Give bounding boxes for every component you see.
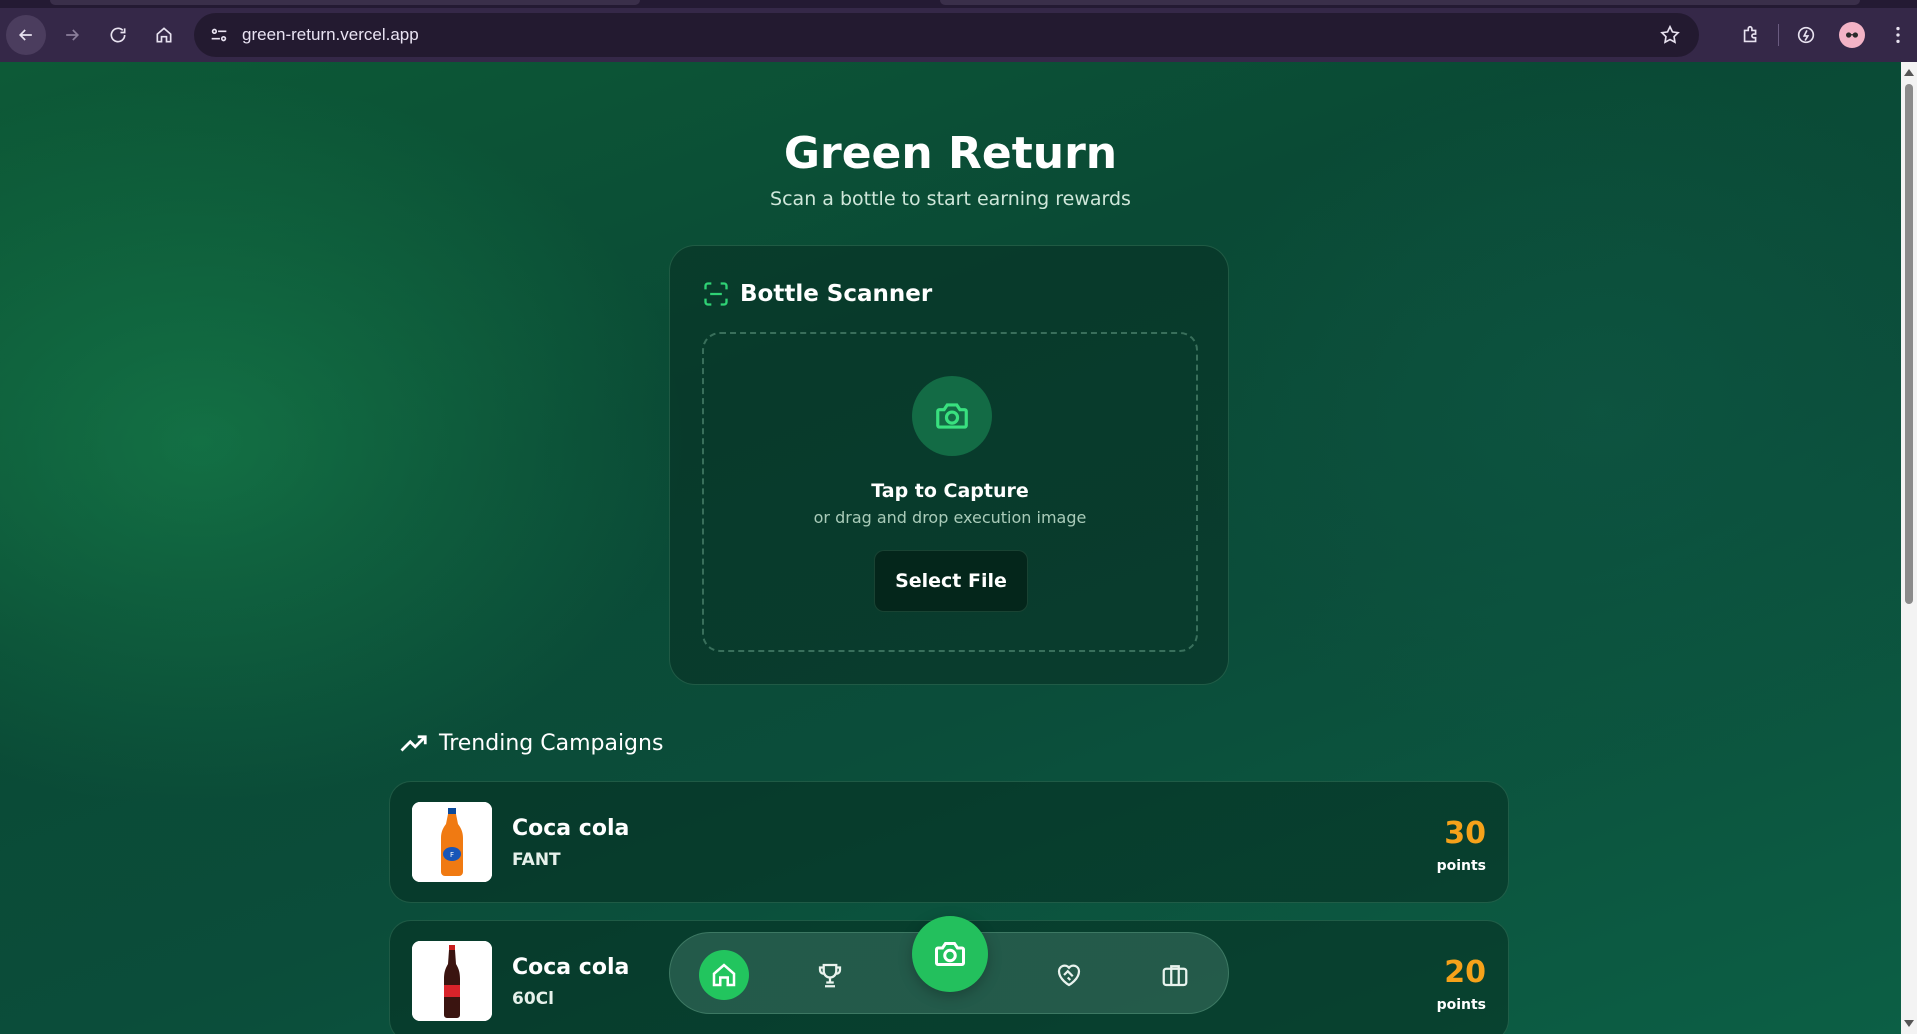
campaign-name: Coca cola — [512, 955, 630, 980]
toolbar-separator — [1778, 24, 1779, 46]
performance-button[interactable] — [1791, 20, 1821, 50]
nav-scan-button[interactable] — [912, 916, 988, 992]
home-icon — [156, 27, 172, 43]
scanner-header: Bottle Scanner — [702, 280, 932, 308]
briefcase-icon — [1162, 965, 1188, 987]
campaign-points: 30 — [1444, 816, 1486, 851]
scan-icon — [704, 282, 728, 306]
bottom-navigation — [669, 916, 1229, 1014]
campaign-variant: FANT — [512, 850, 561, 870]
arrow-left-icon — [18, 29, 32, 41]
campaign-image — [412, 941, 492, 1021]
page-subtitle: Scan a bottle to start earning rewards — [770, 188, 1131, 210]
image-dropzone[interactable]: Tap to Capture or drag and drop executio… — [702, 332, 1198, 652]
site-settings-icon[interactable] — [208, 24, 230, 46]
nav-donate[interactable] — [1044, 950, 1094, 1000]
campaign-points-label: points — [1436, 997, 1486, 1013]
nav-leaderboard[interactable] — [805, 950, 855, 1000]
avatar[interactable] — [1839, 22, 1865, 48]
puzzle-icon — [1743, 25, 1757, 43]
drag-drop-hint: or drag and drop execution image — [813, 508, 1087, 527]
campaign-points: 20 — [1444, 955, 1486, 990]
back-button[interactable] — [6, 15, 46, 55]
camera-icon — [935, 942, 965, 966]
browser-tab[interactable] — [940, 0, 1860, 5]
browser-toolbar: green-return.vercel.app — [0, 8, 1917, 62]
capture-button[interactable] — [912, 376, 992, 456]
bookmark-star-icon[interactable] — [1659, 24, 1681, 46]
trending-up-icon — [400, 735, 427, 752]
extensions-button[interactable] — [1736, 20, 1766, 50]
scroll-down-arrow[interactable] — [1904, 1020, 1914, 1027]
toolbar-actions — [1726, 8, 1917, 62]
forward-button[interactable] — [52, 15, 92, 55]
browser-menu-button[interactable] — [1883, 20, 1913, 50]
campaign-image: F — [412, 802, 492, 882]
scroll-up-arrow[interactable] — [1904, 69, 1914, 76]
nav-wallet[interactable] — [1150, 950, 1200, 1000]
orange-soda-bottle-icon: F — [412, 802, 492, 882]
camera-icon — [936, 403, 968, 429]
heart-handshake-icon — [1057, 964, 1081, 987]
page-viewport: Green Return Scan a bottle to start earn… — [0, 62, 1901, 1034]
arrow-right-icon — [66, 29, 80, 41]
svg-text:F: F — [450, 851, 454, 859]
reload-button[interactable] — [98, 15, 138, 55]
reload-icon — [110, 27, 126, 43]
nav-home[interactable] — [699, 950, 749, 1000]
url-text[interactable]: green-return.vercel.app — [242, 25, 419, 45]
campaign-name: Coca cola — [512, 816, 630, 841]
scanner-title: Bottle Scanner — [740, 281, 933, 307]
trending-header: Trending Campaigns — [399, 728, 663, 758]
browser-tab[interactable] — [50, 0, 640, 5]
campaign-card[interactable]: F Coca cola FANT 30 points — [389, 781, 1509, 903]
cola-bottle-icon — [412, 941, 492, 1021]
home-button[interactable] — [144, 15, 184, 55]
page-title: Green Return — [783, 128, 1118, 179]
campaign-points-label: points — [1436, 858, 1486, 874]
more-vertical-icon — [1896, 26, 1900, 44]
select-file-button[interactable]: Select File — [874, 550, 1028, 612]
campaign-variant: 60Cl — [512, 989, 554, 1009]
profile-sunglasses-icon — [1846, 32, 1858, 38]
tap-to-capture-label: Tap to Capture — [871, 480, 1029, 502]
browser-tab-strip — [0, 0, 1917, 8]
scrollbar-thumb[interactable] — [1905, 84, 1913, 604]
address-bar[interactable]: green-return.vercel.app — [194, 13, 1699, 57]
page-scrollbar[interactable] — [1901, 62, 1917, 1034]
trending-title: Trending Campaigns — [439, 730, 664, 756]
bottle-scanner-card: Bottle Scanner Tap to Capture or drag an… — [669, 245, 1229, 685]
home-icon — [712, 963, 736, 987]
speedometer-icon — [1797, 26, 1815, 44]
trophy-icon — [818, 963, 842, 988]
